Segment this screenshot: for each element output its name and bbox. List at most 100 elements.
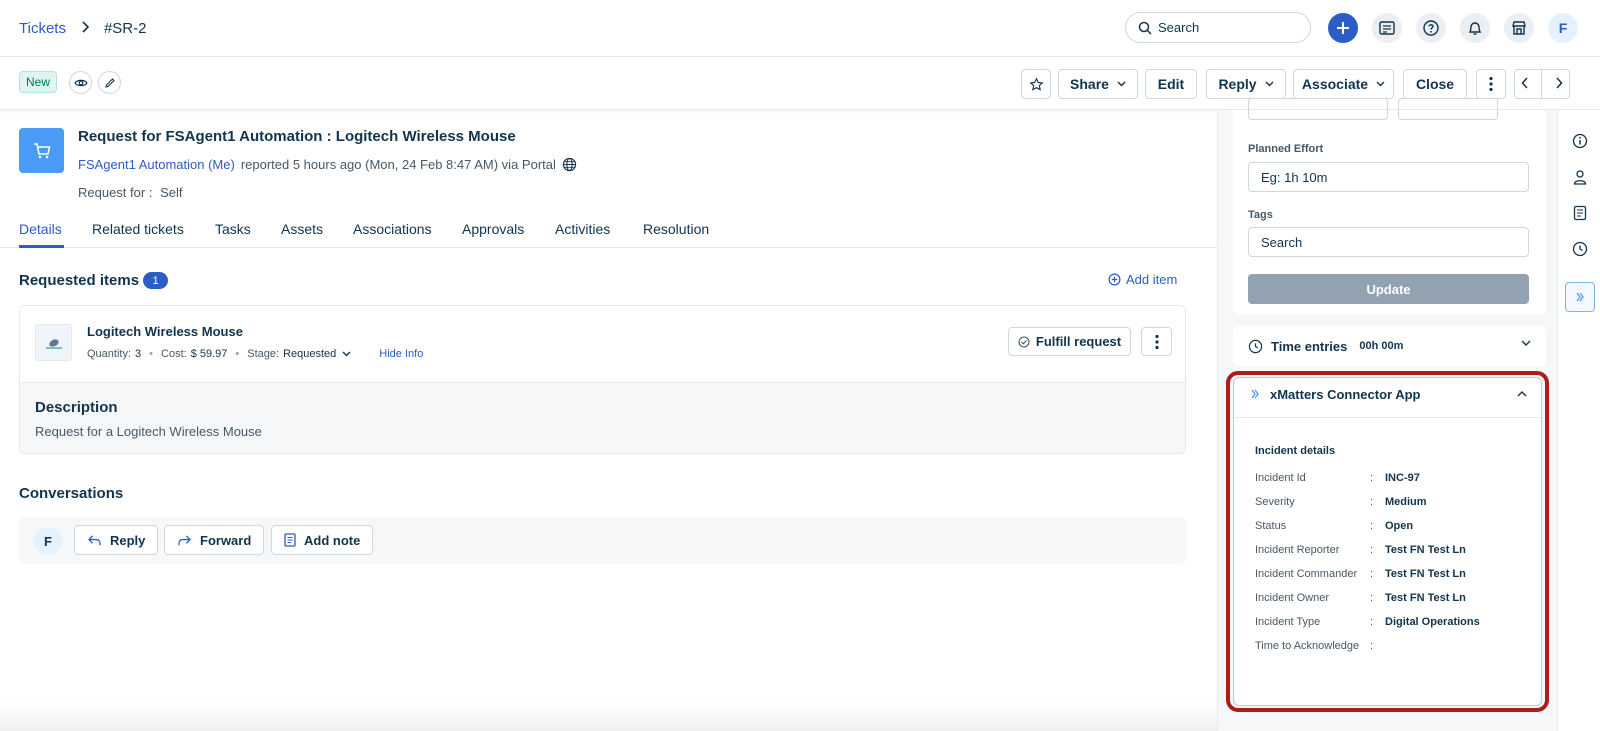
due-date-input[interactable] [1248, 98, 1388, 120]
separator-dot: • [149, 348, 154, 360]
stage-dropdown[interactable]: Requested [283, 348, 351, 360]
row-colon: : [1370, 544, 1374, 556]
forward-button[interactable]: Forward [164, 525, 265, 555]
prev-next-group [1514, 69, 1570, 99]
forward-label: Forward [200, 532, 252, 548]
add-item-label: Add item [1126, 272, 1178, 287]
chevron-down-icon [1265, 81, 1274, 87]
tab-details[interactable]: Details [19, 221, 62, 237]
requested-items-count: 1 [143, 272, 168, 289]
tab-associations[interactable]: Associations [353, 221, 432, 237]
planned-effort-input[interactable]: Eg: 1h 10m [1248, 162, 1529, 192]
help-button[interactable] [1416, 12, 1446, 43]
row-colon: : [1370, 520, 1374, 532]
share-button[interactable]: Share [1058, 69, 1138, 99]
row-colon: : [1370, 592, 1374, 604]
item-name: Logitech Wireless Mouse [87, 324, 243, 339]
edit-button[interactable]: Edit [1145, 69, 1197, 99]
item-info: Quantity: 3 • Cost: $ 59.97 • Stage: Req… [87, 348, 423, 360]
timeline-rail-button[interactable] [1571, 240, 1589, 258]
row-colon: : [1370, 472, 1374, 484]
chevron-down-icon [1117, 81, 1126, 87]
quantity-value: 3 [135, 348, 142, 360]
requested-item-card: Logitech Wireless Mouse Quantity: 3 • Co… [19, 305, 1186, 454]
globe-icon [562, 157, 577, 172]
xmatters-logo-icon [1251, 389, 1259, 399]
more-actions-button[interactable] [1476, 69, 1506, 99]
global-search-input[interactable]: Search [1125, 12, 1311, 43]
bottom-scroll-fade [0, 700, 1217, 731]
info-rail-button[interactable] [1571, 132, 1589, 150]
tab-tasks[interactable]: Tasks [215, 221, 251, 237]
reply-icon [88, 534, 101, 545]
close-ticket-button[interactable]: Close [1403, 69, 1467, 99]
hide-info-link[interactable]: Hide Info [379, 348, 423, 360]
person-icon [1573, 170, 1587, 185]
conversation-actions-bar: F Reply Forward Add note [19, 517, 1186, 564]
store-icon [1512, 20, 1526, 35]
time-entries-section[interactable]: Time entries 00h 00m [1233, 326, 1546, 366]
user-avatar[interactable]: F [1548, 12, 1578, 43]
row-colon: : [1370, 496, 1374, 508]
tab-resolution[interactable]: Resolution [643, 221, 709, 237]
row-colon: : [1370, 640, 1374, 652]
breadcrumb-tickets-link[interactable]: Tickets [19, 20, 66, 37]
item-thumbnail [35, 324, 72, 361]
tab-related-tickets[interactable]: Related tickets [92, 221, 184, 237]
previous-ticket-button[interactable] [1521, 76, 1529, 92]
tickets-list-button[interactable] [1372, 12, 1402, 43]
cost-label: Cost: [161, 348, 187, 360]
favorite-button[interactable] [1021, 69, 1051, 99]
notifications-button[interactable] [1460, 12, 1490, 43]
reported-text: reported 5 hours ago (Mon, 24 Feb 8:47 A… [240, 157, 556, 172]
conversation-reply-button[interactable]: Reply [74, 525, 159, 555]
bell-icon [1468, 21, 1482, 35]
forward-icon [178, 534, 191, 545]
item-more-button[interactable] [1141, 327, 1172, 356]
add-note-button[interactable]: Add note [271, 525, 374, 555]
row-colon: : [1370, 568, 1374, 580]
incident-key: Incident Commander [1255, 568, 1358, 580]
tab-approvals[interactable]: Approvals [462, 221, 524, 237]
requester-link[interactable]: FSAgent1 Automation (Me) [78, 157, 235, 172]
help-icon [1423, 19, 1439, 36]
reply-button[interactable]: Reply [1206, 69, 1286, 99]
update-button[interactable]: Update [1248, 274, 1529, 304]
associate-button[interactable]: Associate [1293, 69, 1394, 99]
new-item-button[interactable] [1328, 12, 1358, 43]
chevron-down-icon [342, 351, 351, 357]
conversations-title: Conversations [19, 485, 124, 502]
apps-store-button[interactable] [1504, 12, 1534, 43]
close-label: Close [1415, 76, 1455, 92]
request-for-value: Self [160, 185, 183, 200]
watch-button[interactable] [69, 71, 92, 94]
tab-activities[interactable]: Activities [555, 221, 610, 237]
next-ticket-button[interactable] [1555, 76, 1563, 92]
requested-items-title: Requested items [19, 272, 140, 289]
chevron-right-icon [1556, 77, 1563, 89]
share-label: Share [1070, 76, 1109, 92]
mouse-icon [45, 338, 62, 349]
fulfill-request-button[interactable]: Fulfill request [1008, 327, 1131, 356]
eye-icon [73, 79, 88, 86]
contact-rail-button[interactable] [1571, 168, 1589, 186]
chevron-right-icon [80, 20, 90, 37]
ticket-title: Request for FSAgent1 Automation : Logite… [78, 128, 516, 145]
add-item-button[interactable]: Add item [1108, 272, 1177, 287]
request-for-label: Request for : [78, 185, 153, 200]
chevron-down-icon [1521, 340, 1531, 346]
tab-assets[interactable]: Assets [281, 221, 323, 237]
properties-card: Planned Effort Eg: 1h 10m Tags Search Up… [1233, 98, 1546, 315]
note-icon [284, 533, 296, 547]
request-for: Request for : Self [78, 185, 182, 200]
due-time-input[interactable] [1398, 98, 1498, 120]
reply-label: Reply [1218, 76, 1257, 92]
stage-label: Stage: [247, 348, 280, 360]
notes-rail-button[interactable] [1571, 204, 1589, 222]
tags-input[interactable]: Search [1248, 227, 1529, 257]
xmatters-rail-button[interactable] [1565, 282, 1595, 312]
search-placeholder: Search [1158, 20, 1200, 35]
xmatters-header[interactable]: xMatters Connector App [1234, 378, 1541, 418]
star-icon [1028, 76, 1044, 91]
edit-subject-button[interactable] [98, 71, 121, 94]
